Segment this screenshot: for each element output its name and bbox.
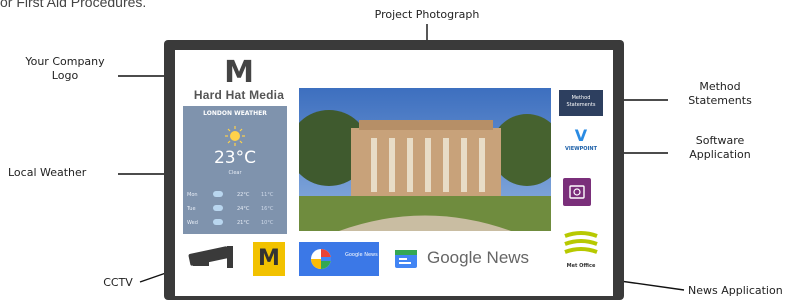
- cloud-icon: [213, 191, 223, 197]
- forecast-row: Tue 24°C 16°C: [187, 204, 283, 214]
- forecast-low: 11°C: [261, 192, 274, 198]
- logo-name: Hard Hat Media: [193, 88, 285, 102]
- label-local-weather: Local Weather: [8, 166, 87, 179]
- purple-app-tile[interactable]: [563, 178, 591, 206]
- viewpoint-label: VIEWPOINT: [564, 146, 598, 152]
- label-method-statements: Method Statements: [688, 80, 752, 107]
- weather-condition: Clear: [228, 170, 242, 176]
- google-news-icon: [311, 249, 331, 269]
- forecast-low: 10°C: [261, 220, 274, 226]
- google-news-small-label: Google News: [345, 252, 378, 258]
- building-photo: [299, 88, 551, 231]
- app-document-icon: [569, 185, 585, 199]
- logo-mark: M: [224, 55, 254, 90]
- google-news-label: Google News: [427, 248, 530, 267]
- label-software-application: Software Application: [689, 134, 751, 161]
- forecast-day: Mon: [187, 192, 198, 198]
- forecast-day: Wed: [187, 220, 198, 226]
- cctv-tile[interactable]: [179, 242, 249, 276]
- forecast-high: 22°C: [237, 192, 250, 198]
- google-news-small-tile[interactable]: Google News: [299, 242, 379, 276]
- weather-widget[interactable]: LONDON WEATHER 23°C Clear Mon 22°C 11°C: [183, 106, 287, 234]
- label-company-logo: Your Company Logo: [25, 55, 105, 82]
- method-statements-tile[interactable]: Method Statements: [559, 90, 603, 116]
- label-project-photograph: Project Photograph: [374, 8, 480, 21]
- google-news-icon: [395, 250, 417, 268]
- company-logo: M Hard Hat Media: [183, 58, 295, 104]
- hard-hat-mark: M: [258, 246, 280, 271]
- forecast-row: Mon 22°C 11°C: [187, 190, 283, 200]
- label-cctv: CCTV: [103, 276, 133, 289]
- google-news-app-tile[interactable]: Google News: [387, 242, 553, 276]
- cloud-icon: [213, 205, 223, 211]
- hard-hat-app-tile[interactable]: M: [253, 242, 285, 276]
- cctv-camera-icon: [188, 246, 233, 268]
- weather-title: LONDON WEATHER: [203, 110, 267, 117]
- viewpoint-mark: V: [574, 126, 588, 145]
- project-photograph[interactable]: [299, 88, 551, 231]
- cloud-icon: [213, 219, 223, 225]
- met-office-label: Met Office: [566, 263, 596, 269]
- forecast-day: Tue: [187, 206, 196, 212]
- viewpoint-app-tile[interactable]: V VIEWPOINT: [559, 120, 603, 164]
- forecast-low: 16°C: [261, 206, 274, 212]
- met-office-logo: [564, 231, 598, 254]
- met-office-tile[interactable]: Met Office: [559, 228, 603, 272]
- display-screen: M Hard Hat Media LONDON WEATHER 23°C Cle…: [164, 40, 624, 300]
- forecast-high: 21°C: [237, 220, 250, 226]
- forecast-row: Wed 21°C 10°C: [187, 218, 283, 228]
- screen-content: M Hard Hat Media LONDON WEATHER 23°C Cle…: [175, 50, 613, 296]
- sun-icon: [225, 126, 245, 146]
- label-news-application: News Application: [688, 284, 783, 297]
- weather-temperature: 23°C: [213, 148, 256, 168]
- forecast-high: 24°C: [237, 206, 250, 212]
